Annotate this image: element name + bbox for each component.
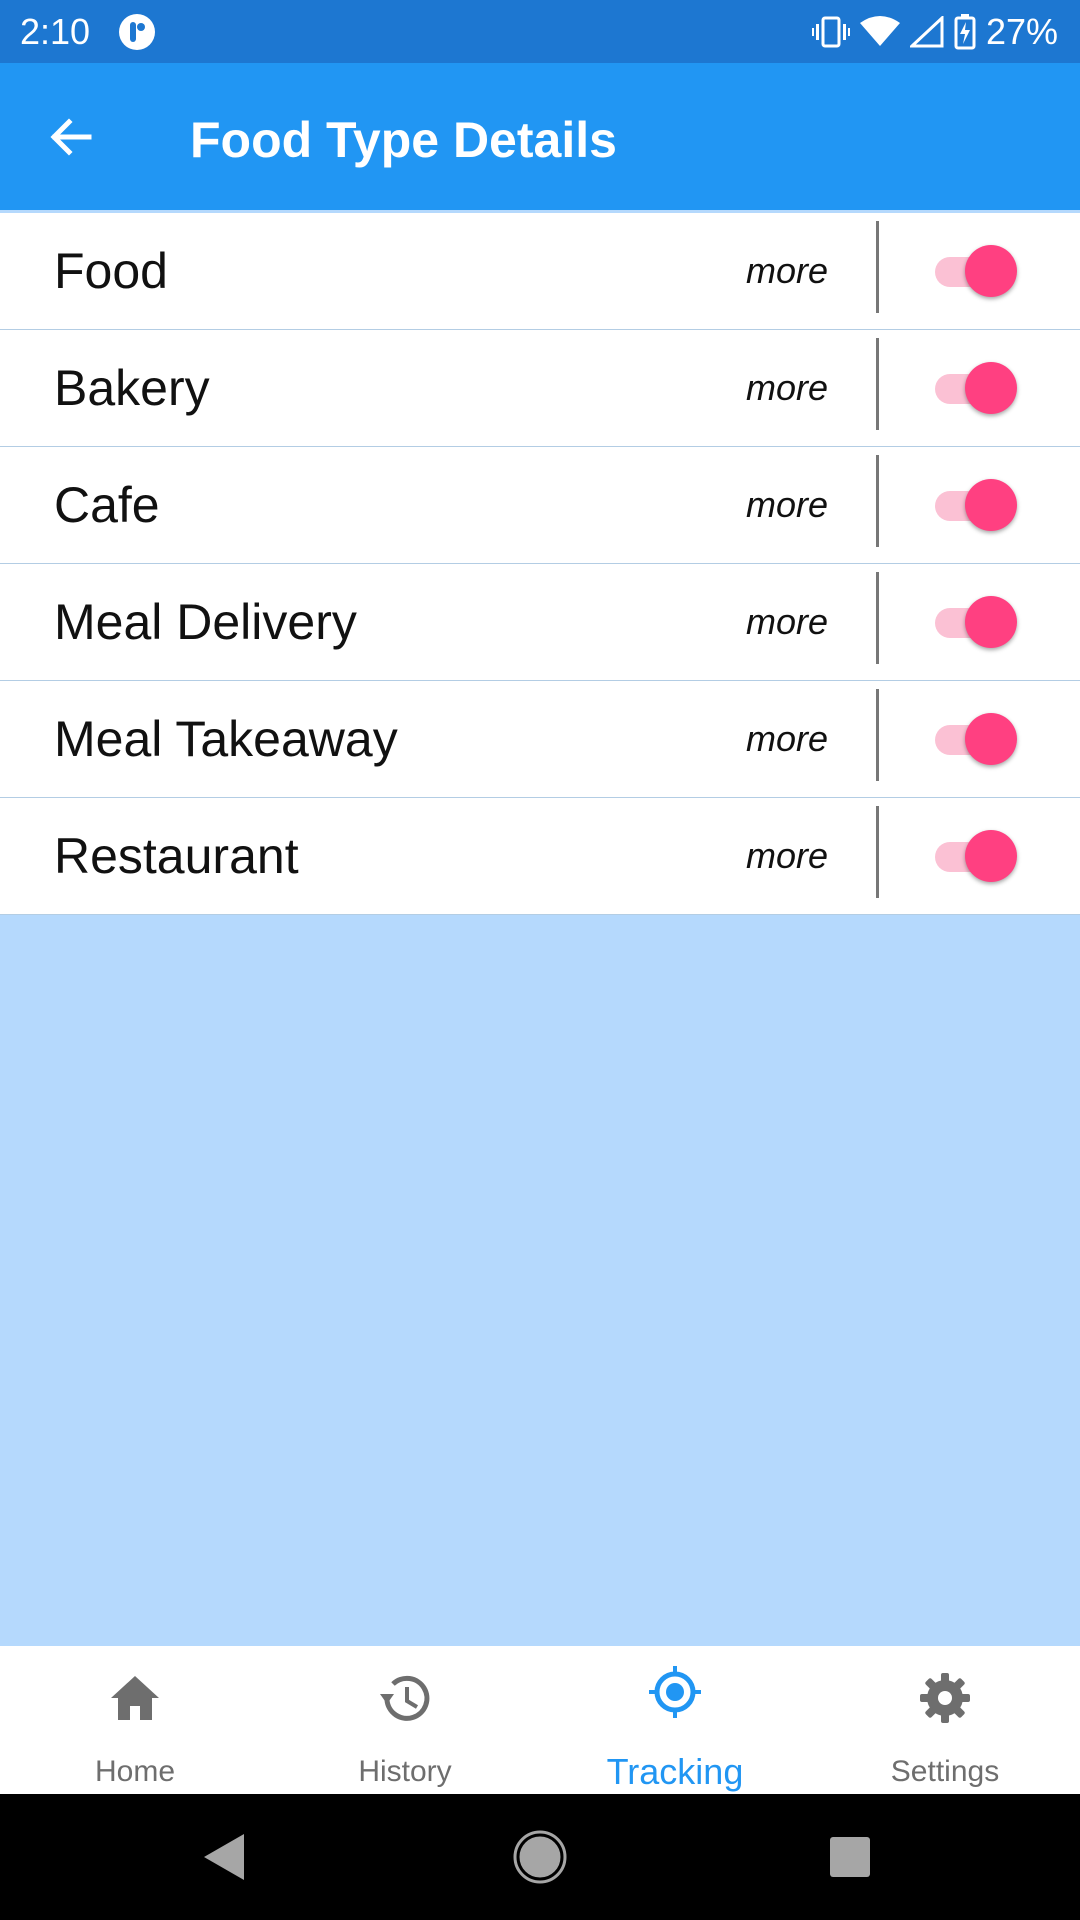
back-triangle-icon[interactable] [190, 1824, 256, 1890]
divider [876, 689, 879, 781]
history-icon [380, 1675, 430, 1721]
toggle-thumb [965, 596, 1017, 648]
food-type-label: Meal Takeaway [54, 711, 398, 767]
cell-signal-icon [909, 16, 944, 48]
more-link[interactable]: more [746, 600, 828, 644]
food-type-label: Meal Delivery [54, 594, 357, 650]
food-type-list: Food more Bakery more Cafe more Meal Del… [0, 213, 1080, 915]
page-title: Food Type Details [190, 112, 617, 168]
more-link[interactable]: more [746, 483, 828, 527]
screen: 2:10 27% Food Type Details Food more Bak… [0, 0, 1080, 1920]
app-bar: Food Type Details [0, 63, 1080, 210]
enable-toggle[interactable] [935, 360, 1019, 416]
toggle-thumb [965, 245, 1017, 297]
bottom-navigation: Home History Tracking Settings [0, 1646, 1080, 1794]
list-item: Meal Takeaway more [0, 681, 1080, 798]
recents-square-icon[interactable] [817, 1824, 883, 1890]
nav-item-home[interactable]: Home [0, 1646, 270, 1794]
wifi-icon [859, 16, 900, 46]
nav-label: Home [94, 1755, 176, 1788]
list-item: Cafe more [0, 447, 1080, 564]
status-time: 2:10 [20, 11, 91, 52]
food-type-label: Food [54, 243, 168, 299]
gear-icon [920, 1673, 970, 1723]
app-notification-icon [119, 14, 155, 50]
toggle-thumb [965, 713, 1017, 765]
toggle-thumb [965, 830, 1017, 882]
toggle-thumb [965, 479, 1017, 531]
list-item: Bakery more [0, 330, 1080, 447]
enable-toggle[interactable] [935, 477, 1019, 533]
status-bar: 2:10 27% [0, 0, 1080, 63]
divider [876, 455, 879, 547]
nav-label: History [358, 1755, 452, 1788]
divider [876, 338, 879, 430]
home-circle-icon[interactable] [507, 1824, 573, 1890]
more-link[interactable]: more [746, 834, 828, 878]
enable-toggle[interactable] [935, 828, 1019, 884]
more-link[interactable]: more [746, 366, 828, 410]
enable-toggle[interactable] [935, 711, 1019, 767]
nav-label: Settings [890, 1755, 1000, 1788]
toggle-thumb [965, 362, 1017, 414]
back-button[interactable] [32, 103, 110, 171]
vibrate-icon [811, 16, 850, 48]
battery-charging-icon [954, 14, 976, 50]
list-item: Meal Delivery more [0, 564, 1080, 681]
divider [876, 221, 879, 313]
arrow-back-icon [50, 118, 92, 156]
divider [876, 572, 879, 664]
battery-percent: 27% [985, 11, 1058, 52]
food-type-label: Restaurant [54, 828, 299, 884]
nav-label: Tracking [606, 1751, 744, 1792]
nav-item-history[interactable]: History [270, 1646, 540, 1794]
system-navigation-bar [0, 1794, 1080, 1920]
nav-item-tracking[interactable]: Tracking [540, 1646, 810, 1794]
list-item: Restaurant more [0, 798, 1080, 915]
food-type-label: Bakery [54, 360, 210, 416]
home-icon [111, 1676, 159, 1720]
list-item: Food more [0, 213, 1080, 330]
enable-toggle[interactable] [935, 243, 1019, 299]
status-icons: 27% [802, 10, 1058, 54]
gps-fixed-icon [649, 1666, 701, 1718]
enable-toggle[interactable] [935, 594, 1019, 650]
more-link[interactable]: more [746, 717, 828, 761]
nav-item-settings[interactable]: Settings [810, 1646, 1080, 1794]
food-type-label: Cafe [54, 477, 160, 533]
divider [876, 806, 879, 898]
more-link[interactable]: more [746, 249, 828, 293]
